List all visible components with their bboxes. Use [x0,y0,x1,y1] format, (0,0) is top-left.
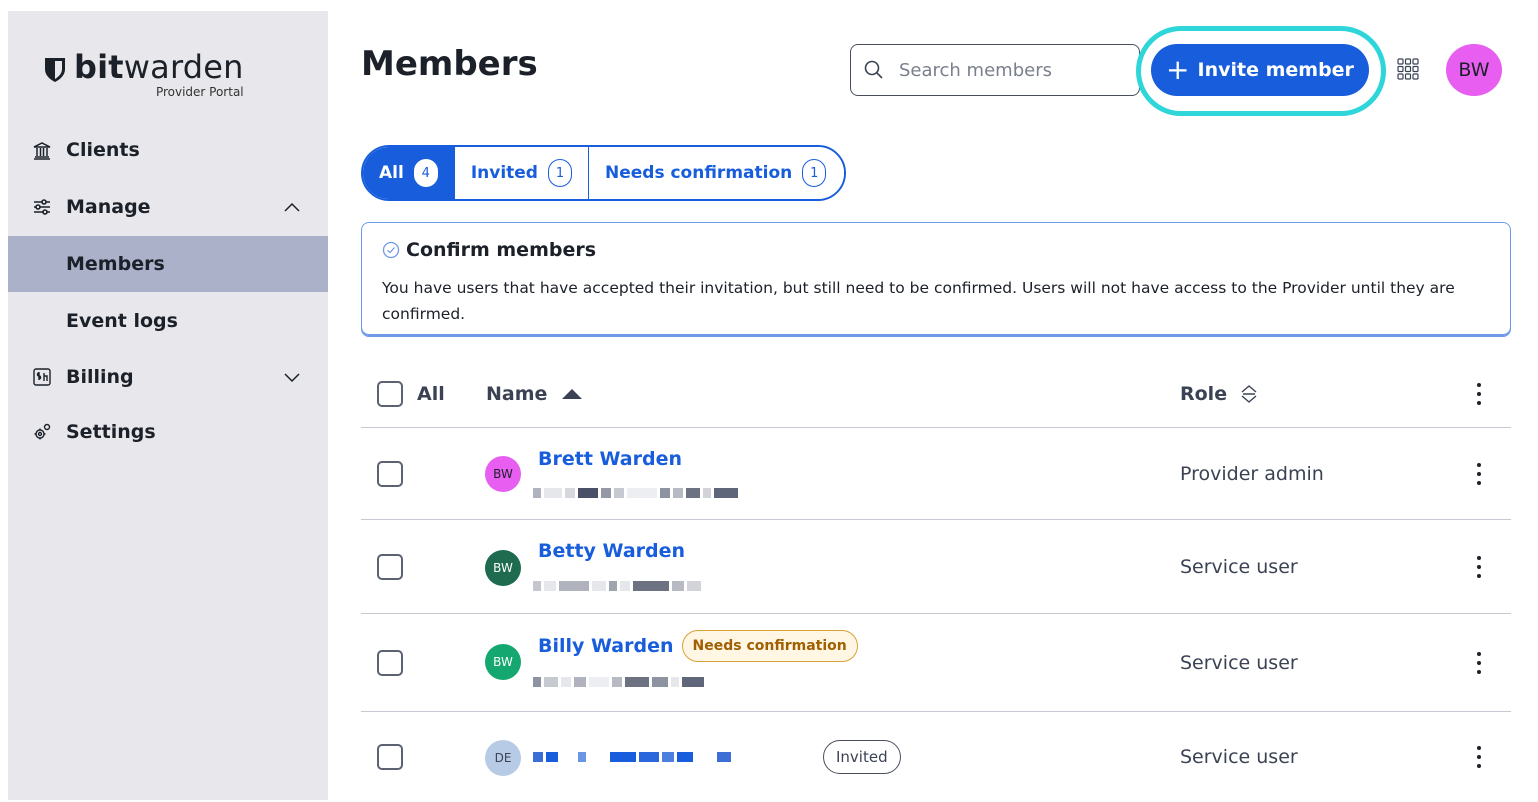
search-input[interactable] [899,59,1119,81]
member-name-link[interactable]: Brett Warden [538,448,682,470]
bitwarden-logo[interactable]: bitwarden Provider Portal [44,51,244,99]
member-role: Service user [1180,555,1298,578]
sidebar-item-clients[interactable]: Clients [8,122,328,178]
page-title: Members [361,44,538,84]
member-role: Service user [1180,651,1298,674]
sidebar: bitwarden Provider Portal Clients Manage… [8,11,328,800]
invite-member-button[interactable]: + Invite member [1151,44,1369,96]
sidebar-item-label: Billing [66,366,134,388]
member-role: Provider admin [1180,462,1324,485]
invite-member-label: Invite member [1197,59,1354,81]
member-name: Betty Warden [538,540,686,562]
tab-all[interactable]: All 4 [363,147,455,199]
tab-label: Invited [470,163,538,183]
row-options-icon[interactable] [1476,651,1482,674]
tab-needs-confirmation[interactable]: Needs confirmation 1 [588,147,845,199]
needs-confirmation-badge: Needs confirmation [681,630,858,662]
member-name-link[interactable]: Billy Warden Needs confirmation [538,630,858,662]
invited-badge: Invited [823,740,901,774]
app-switcher-icon[interactable] [1397,58,1419,80]
confirm-members-callout: Confirm members You have users that have… [361,222,1511,337]
bank-icon [33,142,51,160]
user-avatar[interactable]: BW [1446,44,1502,96]
bill-icon [33,368,51,386]
sidebar-item-event-logs[interactable]: Event logs [8,293,328,349]
sidebar-item-manage[interactable]: Manage [8,179,328,235]
redacted-email-link[interactable] [533,752,734,764]
member-name-link[interactable]: Betty Warden [538,540,685,562]
shield-icon [45,58,65,82]
cogs-icon [34,423,51,440]
chevron-up-icon[interactable] [282,200,302,214]
search-icon [864,60,883,79]
table-row[interactable]: BW Billy Warden Needs confirmation Servi… [361,614,1511,712]
row-options-icon[interactable] [1476,462,1482,485]
tab-count-badge: 1 [802,159,827,187]
tab-count-badge: 4 [413,159,438,187]
member-name: Brett Warden [538,448,683,470]
select-all[interactable]: All [377,380,445,407]
tab-invited[interactable]: Invited 1 [454,147,589,199]
sidebar-item-label: Manage [66,196,151,218]
member-role: Service user [1180,746,1298,768]
sidebar-item-settings[interactable]: Settings [8,404,328,460]
sort-unsorted-icon [1241,384,1257,403]
member-name: Billy Warden [538,635,674,657]
row-checkbox[interactable] [377,649,403,676]
select-all-label: All [417,382,445,405]
callout-title: Confirm members [406,239,597,261]
sidebar-item-label: Settings [66,421,156,443]
search-box[interactable] [850,44,1140,96]
sidebar-item-label: Clients [66,139,140,161]
tab-label: All [379,163,404,183]
redacted-email [533,677,707,689]
logo-subtitle: Provider Portal [155,85,244,99]
row-checkbox[interactable] [377,553,403,580]
name-column-header[interactable]: Name [486,383,583,405]
table-row[interactable]: BW Brett Warden Provider admin [361,428,1511,520]
check-circle-icon [382,241,400,259]
chevron-down-icon[interactable] [282,370,302,384]
callout-body: You have users that have accepted their … [382,279,1455,323]
sidebar-item-label: Members [66,253,165,275]
role-column-label: Role [1180,382,1228,405]
row-checkbox[interactable] [377,460,403,487]
member-avatar: BW [485,644,521,680]
row-checkbox[interactable] [377,744,403,770]
sidebar-item-billing[interactable]: Billing [8,349,328,405]
redacted-email [533,488,741,500]
row-options-icon[interactable] [1476,746,1482,768]
sidebar-item-members[interactable]: Members [8,236,328,292]
logo-bold: bit [74,48,124,86]
sidebar-item-label: Event logs [66,310,178,332]
more-options-icon[interactable] [1476,382,1482,405]
member-avatar: BW [485,456,521,492]
sliders-icon [34,199,50,215]
logo-light: warden [123,48,244,86]
redacted-email [533,581,704,593]
member-avatar: DE [485,740,521,776]
plus-icon: + [1166,53,1190,86]
row-options-icon[interactable] [1476,555,1482,578]
table-row[interactable]: DE Invited Service user [361,712,1511,802]
member-avatar: BW [485,550,521,586]
member-filter-tabs: All 4 Invited 1 Needs confirmation 1 [361,145,847,201]
role-column-header[interactable]: Role [1180,383,1259,405]
tab-label: Needs confirmation [604,163,793,183]
sort-ascending-icon [562,388,583,399]
name-column-label: Name [486,382,548,405]
tab-count-badge: 1 [547,159,572,187]
members-table-header: All Name Role [361,360,1511,428]
select-all-checkbox[interactable] [377,380,403,407]
table-row[interactable]: BW Betty Warden Service user [361,520,1511,614]
